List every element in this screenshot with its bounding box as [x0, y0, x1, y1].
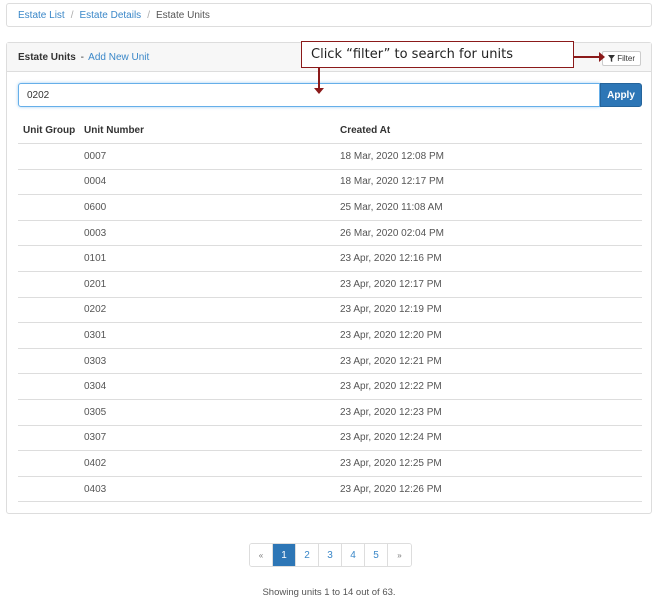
cell-unit-number: 0402 [84, 457, 107, 469]
callout-arrow-right [574, 52, 605, 62]
pagination: « 1 2 3 4 5 » [249, 543, 412, 567]
table-row[interactable]: 0403 23 Apr, 2020 12:26 PM [18, 477, 642, 503]
table-row[interactable]: 0004 18 Mar, 2020 12:17 PM [18, 170, 642, 196]
cell-created-at: 23 Apr, 2020 12:21 PM [340, 355, 442, 367]
cell-created-at: 23 Apr, 2020 12:25 PM [340, 457, 442, 469]
cell-unit-number: 0303 [84, 355, 107, 367]
cell-unit-number: 0403 [84, 483, 107, 495]
panel-title-text: Estate Units [18, 52, 76, 63]
table-header: Unit Group Unit Number Created At [18, 118, 642, 144]
cell-created-at: 18 Mar, 2020 12:17 PM [340, 176, 444, 188]
breadcrumb: Estate List / Estate Details / Estate Un… [6, 3, 652, 27]
pagination-page-4[interactable]: 4 [342, 544, 365, 566]
cell-unit-number: 0600 [84, 201, 107, 213]
cell-unit-number: 0202 [84, 304, 107, 316]
table-row[interactable]: 0301 23 Apr, 2020 12:20 PM [18, 323, 642, 349]
search-bar: Apply [18, 83, 642, 107]
add-new-unit-link[interactable]: Add New Unit [88, 52, 149, 63]
pagination-next[interactable]: » [388, 544, 411, 566]
table-row[interactable]: 0402 23 Apr, 2020 12:25 PM [18, 451, 642, 477]
filter-button-label: Filter [617, 54, 635, 63]
cell-created-at: 18 Mar, 2020 12:08 PM [340, 150, 444, 162]
search-input[interactable] [18, 83, 600, 107]
callout-annotation: Click “filter” to search for units [301, 41, 574, 68]
cell-unit-number: 0201 [84, 278, 107, 290]
table-row[interactable]: 0304 23 Apr, 2020 12:22 PM [18, 374, 642, 400]
header-created-at: Created At [340, 125, 391, 136]
cell-created-at: 23 Apr, 2020 12:24 PM [340, 432, 442, 444]
filter-button[interactable]: Filter [602, 51, 641, 66]
cell-created-at: 23 Apr, 2020 12:16 PM [340, 253, 442, 265]
callout-arrow-down [314, 68, 324, 94]
table-row[interactable]: 0201 23 Apr, 2020 12:17 PM [18, 272, 642, 298]
table-row[interactable]: 0600 25 Mar, 2020 11:08 AM [18, 195, 642, 221]
breadcrumb-separator: / [147, 9, 150, 21]
table-row[interactable]: 0202 23 Apr, 2020 12:19 PM [18, 298, 642, 324]
cell-unit-number: 0101 [84, 253, 107, 265]
cell-created-at: 23 Apr, 2020 12:22 PM [340, 381, 442, 393]
header-unit-number: Unit Number [84, 125, 144, 136]
pagination-page-3[interactable]: 3 [319, 544, 342, 566]
cell-unit-number: 0003 [84, 227, 107, 239]
cell-unit-number: 0307 [84, 432, 107, 444]
breadcrumb-estate-units: Estate Units [155, 9, 210, 21]
cell-created-at: 23 Apr, 2020 12:19 PM [340, 304, 442, 316]
table-row[interactable]: 0303 23 Apr, 2020 12:21 PM [18, 349, 642, 375]
table-row[interactable]: 0003 26 Mar, 2020 02:04 PM [18, 221, 642, 247]
cell-unit-number: 0305 [84, 406, 107, 418]
units-table: Unit Group Unit Number Created At 0007 18… [18, 118, 642, 503]
table-row[interactable]: 0007 18 Mar, 2020 12:08 PM [18, 144, 642, 170]
pagination-page-1[interactable]: 1 [273, 544, 296, 566]
cell-created-at: 26 Mar, 2020 02:04 PM [340, 227, 444, 239]
pagination-page-5[interactable]: 5 [365, 544, 388, 566]
breadcrumb-estate-details[interactable]: Estate Details [79, 10, 141, 21]
cell-unit-number: 0301 [84, 329, 107, 341]
cell-created-at: 23 Apr, 2020 12:23 PM [340, 406, 442, 418]
header-unit-group: Unit Group [23, 125, 76, 136]
cell-created-at: 25 Mar, 2020 11:08 AM [340, 201, 443, 213]
pagination-summary: Showing units 1 to 14 out of 63. [262, 587, 396, 598]
pagination-page-2[interactable]: 2 [296, 544, 319, 566]
apply-button[interactable]: Apply [600, 83, 642, 107]
cell-unit-number: 0007 [84, 150, 107, 162]
cell-unit-number: 0304 [84, 381, 107, 393]
title-dash: - [80, 52, 84, 63]
breadcrumb-estate-list[interactable]: Estate List [18, 10, 65, 21]
breadcrumb-separator: / [70, 9, 74, 21]
table-row[interactable]: 0307 23 Apr, 2020 12:24 PM [18, 426, 642, 452]
estate-units-panel: Estate Units - Add New Unit Filter Apply… [6, 42, 652, 514]
table-row[interactable]: 0305 23 Apr, 2020 12:23 PM [18, 400, 642, 426]
table-body: 0007 18 Mar, 2020 12:08 PM 0004 18 Mar, 202… [18, 144, 642, 503]
pagination-prev[interactable]: « [250, 544, 273, 566]
cell-created-at: 23 Apr, 2020 12:20 PM [340, 329, 442, 341]
cell-unit-number: 0004 [84, 176, 107, 188]
cell-created-at: 23 Apr, 2020 12:26 PM [340, 483, 442, 495]
cell-created-at: 23 Apr, 2020 12:17 PM [340, 278, 442, 290]
table-row[interactable]: 0101 23 Apr, 2020 12:16 PM [18, 246, 642, 272]
panel-title: Estate Units - Add New Unit [18, 52, 149, 63]
filter-icon [608, 55, 616, 62]
